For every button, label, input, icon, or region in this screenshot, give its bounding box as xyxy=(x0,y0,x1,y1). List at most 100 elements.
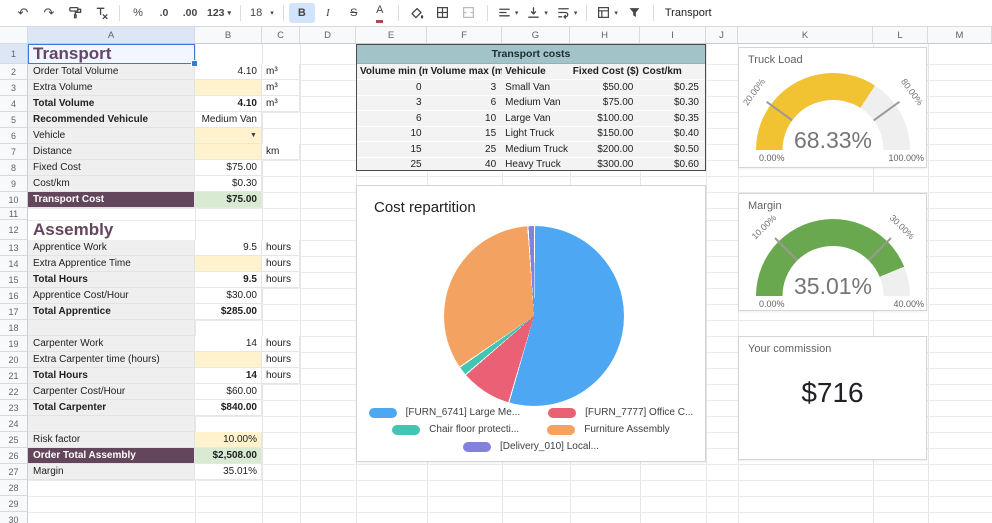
bold-button[interactable]: B xyxy=(289,3,315,23)
table-cell[interactable]: $200.00 xyxy=(570,142,640,158)
row-header-26[interactable]: 26 xyxy=(0,448,28,464)
cell-label-row-3[interactable]: Extra Volume xyxy=(28,80,195,96)
cell-unit-row-3[interactable]: m³ xyxy=(262,80,300,96)
cell-value-row-3[interactable] xyxy=(195,80,262,96)
cell-unit-row-2[interactable]: m³ xyxy=(262,64,300,80)
fill-color-button[interactable] xyxy=(404,3,430,23)
cell-label-row-20[interactable]: Extra Carpenter time (hours) xyxy=(28,352,195,368)
row-header-7[interactable]: 7 xyxy=(0,144,28,160)
clear-formatting-button[interactable] xyxy=(88,3,114,23)
cell-value-row-22[interactable]: $60.00 xyxy=(195,384,262,400)
cell-value-row-23[interactable]: $840.00 xyxy=(195,400,262,416)
row-header-13[interactable]: 13 xyxy=(0,240,28,256)
undo-button[interactable]: ↶ xyxy=(10,3,36,23)
row-header-4[interactable]: 4 xyxy=(0,96,28,112)
legend-item[interactable]: [FURN_6741] Large Me... xyxy=(369,407,521,418)
cell-label-row-27[interactable]: Margin xyxy=(28,464,195,480)
cell-value-row-10[interactable]: $75.00 xyxy=(195,192,262,208)
cell-value-row-25[interactable]: 10.00% xyxy=(195,432,262,448)
cell-label-row-23[interactable]: Total Carpenter xyxy=(28,400,195,416)
strikethrough-button[interactable]: S xyxy=(341,3,367,23)
cell-value-row-8[interactable]: $75.00 xyxy=(195,160,262,176)
cell-label-row-4[interactable]: Total Volume xyxy=(28,96,195,112)
table-cell[interactable]: $75.00 xyxy=(570,96,640,112)
table-cell[interactable]: 25 xyxy=(428,142,503,158)
table-cell[interactable]: $0.35 xyxy=(639,111,705,127)
cell-value-row-9[interactable]: $0.30 xyxy=(195,176,262,192)
table-cell[interactable]: 3 xyxy=(357,96,428,112)
table-cell[interactable]: Light Truck xyxy=(502,127,570,143)
row-header-16[interactable]: 16 xyxy=(0,288,28,304)
row-header-10[interactable]: 10 xyxy=(0,192,28,208)
cell-label-row-7[interactable]: Distance xyxy=(28,144,195,160)
pie-chart-card[interactable]: Cost repartition [FURN_6741] Large Me...… xyxy=(356,185,706,462)
cell-value-row-5[interactable]: Medium Van xyxy=(195,112,262,128)
column-header-J[interactable]: J xyxy=(706,26,738,44)
row-header-22[interactable]: 22 xyxy=(0,384,28,400)
cell-value-row-19[interactable]: 14 xyxy=(195,336,262,352)
column-header-H[interactable]: H xyxy=(570,26,640,44)
row-header-9[interactable]: 9 xyxy=(0,176,28,192)
cell-unit-row-19[interactable]: hours xyxy=(262,336,300,352)
table-cell[interactable]: 25 xyxy=(357,158,428,174)
cell-label-row-14[interactable]: Extra Apprentice Time xyxy=(28,256,195,272)
table-cell[interactable]: 15 xyxy=(357,142,428,158)
row-header-29[interactable]: 29 xyxy=(0,496,28,512)
spacer-cell[interactable] xyxy=(28,416,195,432)
column-header-G[interactable]: G xyxy=(502,26,570,44)
table-cell[interactable]: Large Van xyxy=(502,111,570,127)
cell-value-row-21[interactable]: 14 xyxy=(195,368,262,384)
row-header-15[interactable]: 15 xyxy=(0,272,28,288)
cell-unit-row-4[interactable]: m³ xyxy=(262,96,300,112)
cell-label-row-26[interactable]: Order Total Assembly xyxy=(28,448,195,464)
cell-value-row-7[interactable] xyxy=(195,144,262,160)
table-cell[interactable]: 15 xyxy=(428,127,503,143)
column-header-B[interactable]: B xyxy=(195,26,262,44)
table-cell[interactable]: $150.00 xyxy=(570,127,640,143)
cell-label-row-17[interactable]: Total Apprentice xyxy=(28,304,195,320)
table-header-cell[interactable]: Volume min (m³) xyxy=(357,64,428,80)
table-cell[interactable]: 10 xyxy=(428,111,503,127)
table-cell[interactable]: Heavy Truck xyxy=(502,158,570,174)
cell-label-row-21[interactable]: Total Hours xyxy=(28,368,195,384)
cell-unit-row-20[interactable]: hours xyxy=(262,352,300,368)
horizontal-align-button[interactable]: ▾ xyxy=(493,3,523,23)
row-header-6[interactable]: 6 xyxy=(0,128,28,144)
cell-unit-row-7[interactable]: km xyxy=(262,144,300,160)
font-size-selector[interactable]: 18 ▾ xyxy=(246,3,278,23)
cell-value-row-4[interactable]: 4.10 xyxy=(195,96,262,112)
row-header-28[interactable]: 28 xyxy=(0,480,28,496)
truck-load-gauge-card[interactable]: Truck Load 20.00%80.00%68.33%0.00%100.00… xyxy=(738,47,927,168)
row-header-19[interactable]: 19 xyxy=(0,336,28,352)
cell-value-row-20[interactable] xyxy=(195,352,262,368)
paint-format-button[interactable] xyxy=(62,3,88,23)
column-header-C[interactable]: C xyxy=(262,26,300,44)
spacer-cell[interactable] xyxy=(28,320,195,336)
table-cell[interactable]: $100.00 xyxy=(570,111,640,127)
column-header-K[interactable]: K xyxy=(738,26,873,44)
table-cell[interactable]: $300.00 xyxy=(570,158,640,174)
table-cell[interactable]: 10 xyxy=(357,127,428,143)
column-header-M[interactable]: M xyxy=(928,26,992,44)
table-cell[interactable]: Medium Truck xyxy=(502,142,570,158)
table-cell[interactable]: $0.50 xyxy=(639,142,705,158)
row-header-20[interactable]: 20 xyxy=(0,352,28,368)
cell-value-row-27[interactable]: 35.01% xyxy=(195,464,262,480)
more-formats-button[interactable]: 123 ▾ xyxy=(203,3,235,23)
table-header-cell[interactable]: Cost/km xyxy=(639,64,705,80)
cell-label-row-6[interactable]: Vehicle xyxy=(28,128,195,144)
row-header-27[interactable]: 27 xyxy=(0,464,28,480)
vertical-align-button[interactable]: ▾ xyxy=(522,3,552,23)
table-cell[interactable]: $50.00 xyxy=(570,80,640,96)
borders-button[interactable] xyxy=(430,3,456,23)
transport-costs-table[interactable]: Transport costs Volume min (m³)Volume ma… xyxy=(356,44,706,171)
cell-unit-row-15[interactable]: hours xyxy=(262,272,300,288)
row-header-21[interactable]: 21 xyxy=(0,368,28,384)
cell-value-row-14[interactable] xyxy=(195,256,262,272)
row-header-11[interactable]: 11 xyxy=(0,208,28,220)
row-header-30[interactable]: 30 xyxy=(0,512,28,523)
dropdown-arrow-icon[interactable]: ▼ xyxy=(250,132,257,139)
cell-label-row-25[interactable]: Risk factor xyxy=(28,432,195,448)
legend-item[interactable]: Chair floor protecti... xyxy=(392,424,519,435)
commission-scorecard[interactable]: Your commission $716 xyxy=(738,336,927,460)
